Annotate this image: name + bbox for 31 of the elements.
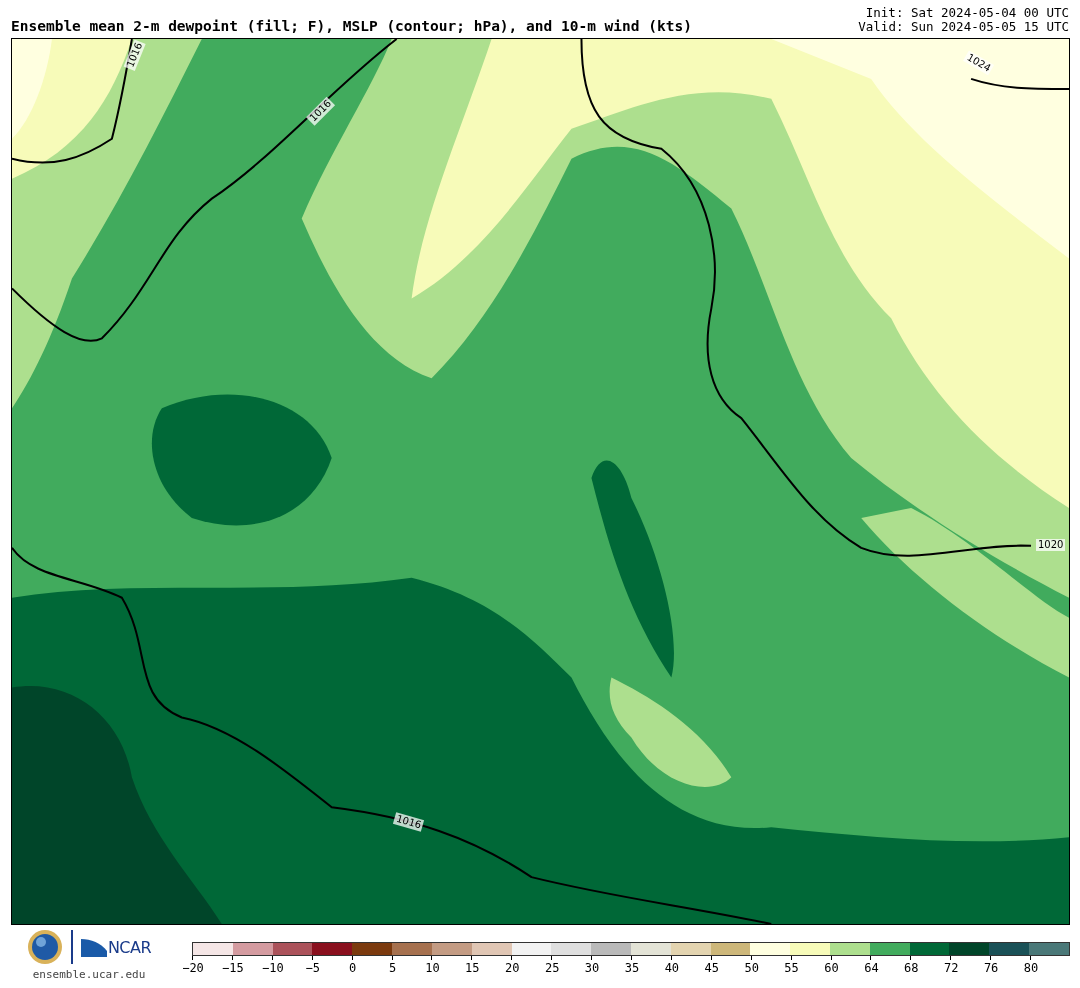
logo-text: NCAR xyxy=(107,938,152,957)
tick-label: −15 xyxy=(222,961,244,975)
init-time: Init: Sat 2024-05-04 00 UTC xyxy=(865,6,1069,20)
tick-label: 45 xyxy=(704,961,719,975)
chart-title: Ensemble mean 2-m dewpoint (fill; F), MSLP (contour; hPa), and 10-m wind (kts) xyxy=(11,18,692,34)
tick-label: 15 xyxy=(465,961,480,975)
divider-line-icon xyxy=(70,930,73,964)
tick-label: 5 xyxy=(388,961,397,975)
contour-label: 1020 xyxy=(1036,539,1066,551)
tick-label: 40 xyxy=(664,961,680,975)
tick-label: 64 xyxy=(864,961,879,975)
site-url: ensemble.ucar.edu xyxy=(32,968,146,981)
tick-label: 10 xyxy=(425,961,440,975)
tick-label: −10 xyxy=(261,961,284,975)
seal-logo-icon xyxy=(26,929,63,965)
tick-label: 76 xyxy=(983,961,999,975)
tick-label: 80 xyxy=(1023,961,1039,975)
swoosh-logo-icon xyxy=(80,937,107,957)
tick-label: 35 xyxy=(624,961,640,975)
tick-label: −5 xyxy=(305,961,320,975)
tick-label: 30 xyxy=(584,961,600,975)
tick-label: 20 xyxy=(505,961,520,975)
tick-label: 25 xyxy=(544,961,560,975)
tick-label: 50 xyxy=(744,961,759,975)
tick-label: 68 xyxy=(904,961,919,975)
valid-time: Valid: Sun 2024-05-05 15 UTC xyxy=(858,20,1069,34)
tick-label: −20 xyxy=(182,961,204,975)
tick-label: 72 xyxy=(944,961,959,975)
tick-label: 60 xyxy=(824,961,839,975)
tick-label: 0 xyxy=(349,961,357,975)
tick-label: 55 xyxy=(784,961,799,975)
